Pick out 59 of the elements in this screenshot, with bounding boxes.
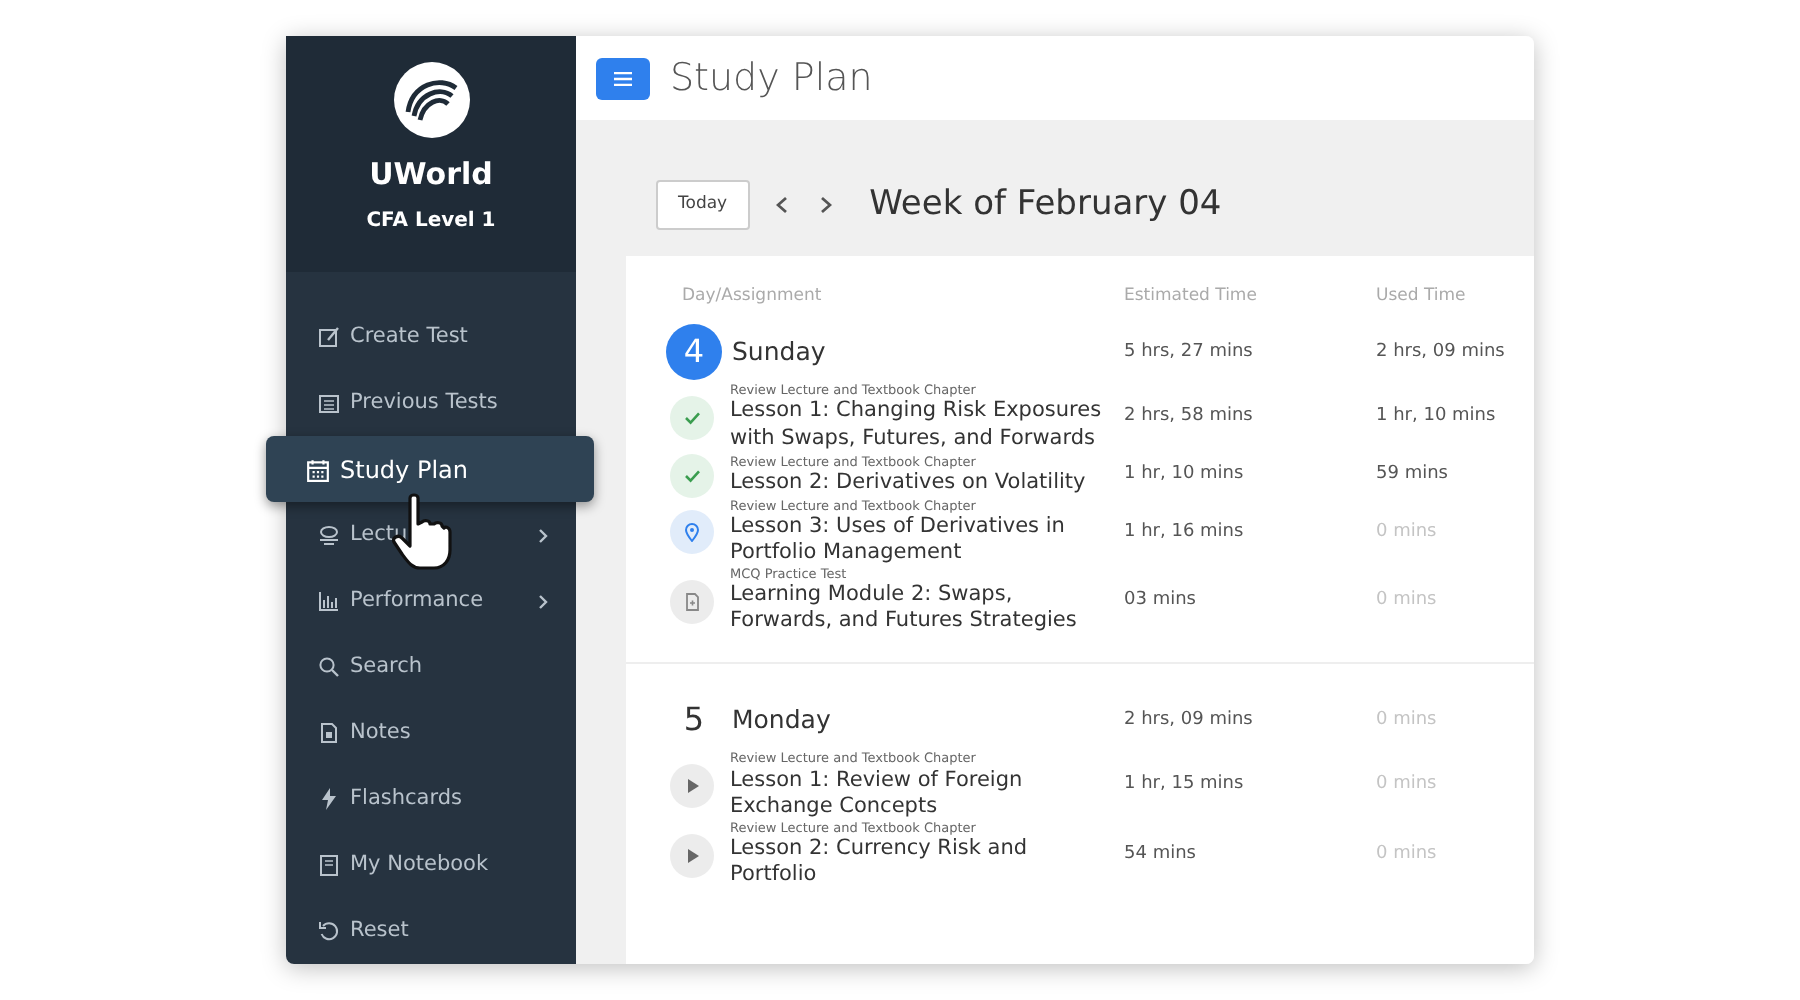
assignment-title[interactable]: Lesson 1: Review of Foreign Exchange Concepts bbox=[730, 767, 1112, 820]
edit-icon bbox=[318, 326, 340, 348]
day-name: Sunday bbox=[732, 333, 826, 370]
assignment-title[interactable]: Lesson 2: Currency Risk and Portfolio bbox=[730, 835, 1112, 889]
sidebar-item[interactable]: Study Plan bbox=[266, 436, 594, 502]
today-button[interactable]: Today bbox=[656, 180, 750, 231]
reset-icon bbox=[318, 920, 340, 942]
assignment-title[interactable]: Lesson 3: Uses of Derivatives in Portfolio Management bbox=[730, 513, 1112, 567]
chevron-right-icon bbox=[819, 195, 832, 214]
notebook-icon bbox=[318, 854, 340, 876]
column-header: Used Time bbox=[1376, 283, 1468, 309]
estimated-time: 1 hr, 10 mins bbox=[1124, 461, 1246, 488]
list-icon bbox=[318, 392, 340, 414]
sidebar-item[interactable]: Reset bbox=[286, 898, 576, 964]
chevron-left-icon bbox=[775, 195, 788, 214]
chevron-right-icon bbox=[538, 593, 548, 609]
sidebar-item[interactable]: Create Test bbox=[286, 304, 576, 370]
estimated-time: 2 hrs, 58 mins bbox=[1124, 404, 1255, 431]
used-time: 0 mins bbox=[1376, 707, 1439, 734]
used-time: 0 mins bbox=[1376, 519, 1439, 546]
estimated-time: 5 hrs, 27 mins bbox=[1124, 339, 1255, 365]
menu-button[interactable] bbox=[596, 57, 650, 99]
estimated-time: 03 mins bbox=[1124, 587, 1198, 614]
brand-name: UWorld bbox=[367, 154, 495, 196]
sidebar-item[interactable]: Previous Tests bbox=[286, 370, 576, 436]
column-header: Day/Assignment bbox=[682, 283, 824, 309]
column-header: Estimated Time bbox=[1124, 283, 1259, 309]
day-name: Monday bbox=[732, 702, 831, 739]
bolt-icon bbox=[318, 788, 340, 810]
note-icon bbox=[318, 722, 340, 744]
assignment-title[interactable]: Lesson 1: Changing Risk Exposures with Swaps, Futures, and Forwards bbox=[730, 398, 1112, 452]
search-icon bbox=[318, 656, 340, 678]
used-time: 1 hr, 10 mins bbox=[1376, 404, 1498, 431]
chevron-right-icon bbox=[538, 527, 548, 543]
sidebar-item[interactable]: Flashcards bbox=[286, 766, 576, 832]
sidebar-item[interactable]: Performance bbox=[286, 568, 576, 634]
used-time: 0 mins bbox=[1376, 772, 1439, 799]
day-number: 5 bbox=[681, 698, 707, 743]
menu-icon bbox=[614, 71, 632, 85]
logo-icon bbox=[391, 60, 471, 140]
estimated-time: 1 hr, 16 mins bbox=[1124, 519, 1246, 546]
used-time: 59 mins bbox=[1376, 461, 1450, 488]
assignment-title[interactable]: Lesson 2: Derivatives on Volatility bbox=[730, 469, 1086, 496]
used-time: 0 mins bbox=[1376, 841, 1439, 868]
course-name: CFA Level 1 bbox=[364, 207, 498, 235]
sidebar-item[interactable]: My Notebook bbox=[286, 832, 576, 898]
day-number: 4 bbox=[666, 324, 722, 381]
used-time: 0 mins bbox=[1376, 587, 1439, 614]
estimated-time: 2 hrs, 09 mins bbox=[1124, 707, 1255, 734]
week-title: Week of February 04 bbox=[869, 182, 1222, 228]
estimated-time: 54 mins bbox=[1124, 841, 1198, 868]
assignment-title[interactable]: Learning Module 2: Swaps, Forwards, and Futures Strategies bbox=[730, 582, 1112, 635]
bar-chart-icon bbox=[318, 590, 340, 612]
page-title: Study Plan bbox=[670, 53, 873, 104]
used-time: 2 hrs, 09 mins bbox=[1376, 339, 1507, 365]
estimated-time: 1 hr, 15 mins bbox=[1124, 772, 1246, 799]
calendar-icon bbox=[306, 457, 330, 481]
sidebar-item[interactable]: Notes bbox=[286, 700, 576, 766]
sidebar-item[interactable]: Search bbox=[286, 634, 576, 700]
